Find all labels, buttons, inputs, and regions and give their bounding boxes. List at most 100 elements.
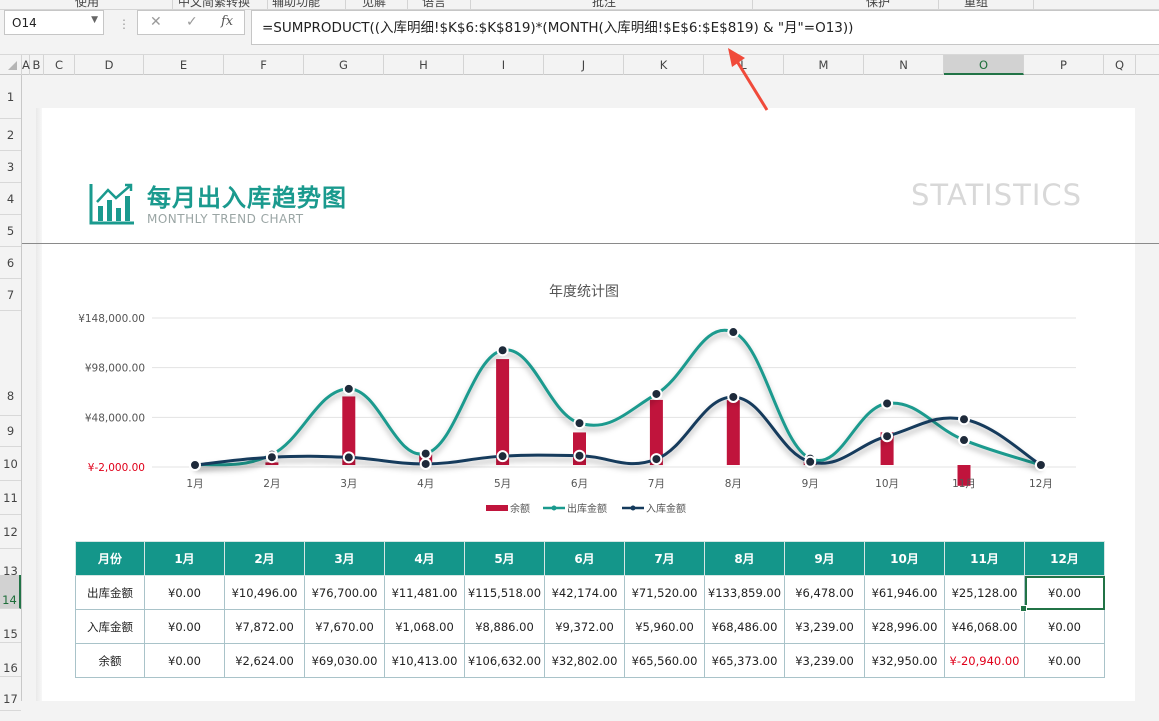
ribbon-label[interactable]: 辅助功能 [272, 0, 320, 9]
table-cell[interactable]: ¥76,700.00 [304, 575, 385, 610]
row-label-cell[interactable]: 余额 [75, 643, 145, 678]
table-cell[interactable]: ¥61,946.00 [864, 575, 945, 610]
ribbon-label[interactable]: 见解 [362, 0, 386, 9]
table-cell[interactable]: ¥32,950.00 [864, 643, 945, 678]
ribbon-label[interactable]: 保护 [866, 0, 890, 9]
row-header[interactable]: 12 [0, 515, 21, 549]
column-header[interactable]: B [30, 55, 44, 75]
table-cell[interactable]: ¥46,068.00 [944, 609, 1025, 644]
row-header[interactable]: 3 [0, 151, 21, 183]
column-header[interactable]: P [1024, 55, 1104, 75]
table-cell[interactable]: ¥9,372.00 [544, 609, 625, 644]
column-header[interactable]: K [624, 55, 704, 75]
row-header[interactable]: 1 [0, 75, 21, 119]
table-cell[interactable]: ¥71,520.00 [624, 575, 705, 610]
legend-item[interactable]: 余额 [486, 502, 530, 515]
table-cell[interactable]: ¥-20,940.00 [944, 643, 1025, 678]
table-cell[interactable]: ¥6,478.00 [784, 575, 865, 610]
table-cell[interactable]: ¥106,632.00 [464, 643, 545, 678]
table-header-cell[interactable]: 1月 [144, 541, 225, 576]
table-header-cell[interactable]: 9月 [784, 541, 865, 576]
table-cell[interactable]: ¥1,068.00 [384, 609, 465, 644]
table-cell[interactable]: ¥3,239.00 [784, 643, 865, 678]
table-header-cell[interactable]: 10月 [864, 541, 945, 576]
select-all-corner[interactable] [0, 55, 22, 75]
table-cell[interactable]: ¥65,560.00 [624, 643, 705, 678]
row-header[interactable]: 11 [0, 481, 21, 515]
table-header-cell[interactable]: 11月 [944, 541, 1025, 576]
table-header-cell[interactable]: 6月 [544, 541, 625, 576]
column-header[interactable]: M [784, 55, 864, 75]
table-cell[interactable]: ¥11,481.00 [384, 575, 465, 610]
table-cell[interactable]: ¥0.00 [144, 643, 225, 678]
ribbon-label[interactable]: 语言 [422, 0, 446, 9]
row-header[interactable]: 9 [0, 416, 21, 447]
table-cell[interactable]: ¥8,886.00 [464, 609, 545, 644]
table-header-month[interactable]: 月份 [75, 541, 145, 576]
fill-handle[interactable] [1020, 605, 1027, 612]
name-box[interactable]: O14 ▼ [4, 10, 104, 35]
table-cell[interactable]: ¥28,996.00 [864, 609, 945, 644]
table-header-cell[interactable]: 12月 [1024, 541, 1105, 576]
table-cell[interactable]: ¥25,128.00 [944, 575, 1025, 610]
chevron-down-icon[interactable]: ▼ [91, 15, 98, 25]
table-cell[interactable]: ¥42,174.00 [544, 575, 625, 610]
row-header[interactable]: 6 [0, 247, 21, 279]
table-header-cell[interactable]: 3月 [304, 541, 385, 576]
cancel-icon[interactable]: ✕ [150, 14, 162, 30]
table-cell[interactable]: ¥0.00 [1024, 609, 1105, 644]
table-header-cell[interactable]: 4月 [384, 541, 465, 576]
row-header[interactable]: 2 [0, 119, 21, 151]
column-header[interactable]: J [544, 55, 624, 75]
row-header[interactable]: 15 [0, 609, 21, 643]
column-header[interactable]: C [44, 55, 75, 75]
table-cell[interactable]: ¥7,670.00 [304, 609, 385, 644]
row-label-cell[interactable]: 出库金额 [75, 575, 145, 610]
ribbon-label[interactable]: 中文简繁转换 [178, 0, 250, 9]
table-cell[interactable]: ¥133,859.00 [704, 575, 785, 610]
confirm-icon[interactable]: ✓ [186, 14, 198, 30]
table-cell[interactable]: ¥0.00 [144, 609, 225, 644]
column-header[interactable]: H [384, 55, 464, 75]
table-cell[interactable]: ¥69,030.00 [304, 643, 385, 678]
row-header[interactable]: 16 [0, 643, 21, 677]
table-header-cell[interactable]: 8月 [704, 541, 785, 576]
column-header[interactable]: N [864, 55, 944, 75]
column-header[interactable]: I [464, 55, 544, 75]
insert-function-icon[interactable]: fx [221, 14, 233, 29]
table-cell[interactable]: ¥68,486.00 [704, 609, 785, 644]
more-options-icon[interactable]: ⋮ [118, 17, 130, 31]
column-header[interactable]: G [304, 55, 384, 75]
column-header[interactable]: D [75, 55, 144, 75]
column-header[interactable]: F [224, 55, 304, 75]
table-cell[interactable]: ¥5,960.00 [624, 609, 705, 644]
table-cell[interactable]: ¥0.00 [1024, 643, 1105, 678]
table-cell[interactable]: ¥10,413.00 [384, 643, 465, 678]
row-header[interactable]: 4 [0, 183, 21, 215]
table-cell[interactable]: ¥10,496.00 [224, 575, 305, 610]
row-header[interactable]: 5 [0, 215, 21, 247]
ribbon-label[interactable]: 批注 [592, 0, 616, 9]
row-header[interactable]: 7 [0, 279, 21, 311]
legend-item[interactable]: 入库金额 [622, 502, 686, 515]
ribbon-label[interactable]: 使用 [75, 0, 99, 9]
table-cell[interactable]: ¥7,872.00 [224, 609, 305, 644]
trend-chart[interactable]: 年度统计图 ¥148,000.00 ¥98,000.00 ¥48,000.00 ¥-2… [42, 270, 1135, 532]
table-header-cell[interactable]: 2月 [224, 541, 305, 576]
table-cell[interactable]: ¥3,239.00 [784, 609, 865, 644]
column-header[interactable]: A [22, 55, 30, 75]
row-header-selected[interactable]: 14 [0, 575, 21, 609]
row-header[interactable]: 10 [0, 447, 21, 481]
ribbon-label[interactable]: 重组 [964, 0, 988, 9]
table-cell[interactable]: ¥115,518.00 [464, 575, 545, 610]
table-header-cell[interactable]: 5月 [464, 541, 545, 576]
table-header-cell[interactable]: 7月 [624, 541, 705, 576]
column-header[interactable]: E [144, 55, 224, 75]
table-cell[interactable]: ¥0.00 [144, 575, 225, 610]
active-cell[interactable]: ¥0.00 [1024, 575, 1105, 610]
row-header[interactable]: 8 [0, 311, 21, 416]
legend-item[interactable]: 出库金额 [543, 502, 607, 515]
column-header-selected[interactable]: O [944, 55, 1024, 75]
table-cell[interactable]: ¥2,624.00 [224, 643, 305, 678]
row-header[interactable]: 17 [0, 677, 21, 711]
